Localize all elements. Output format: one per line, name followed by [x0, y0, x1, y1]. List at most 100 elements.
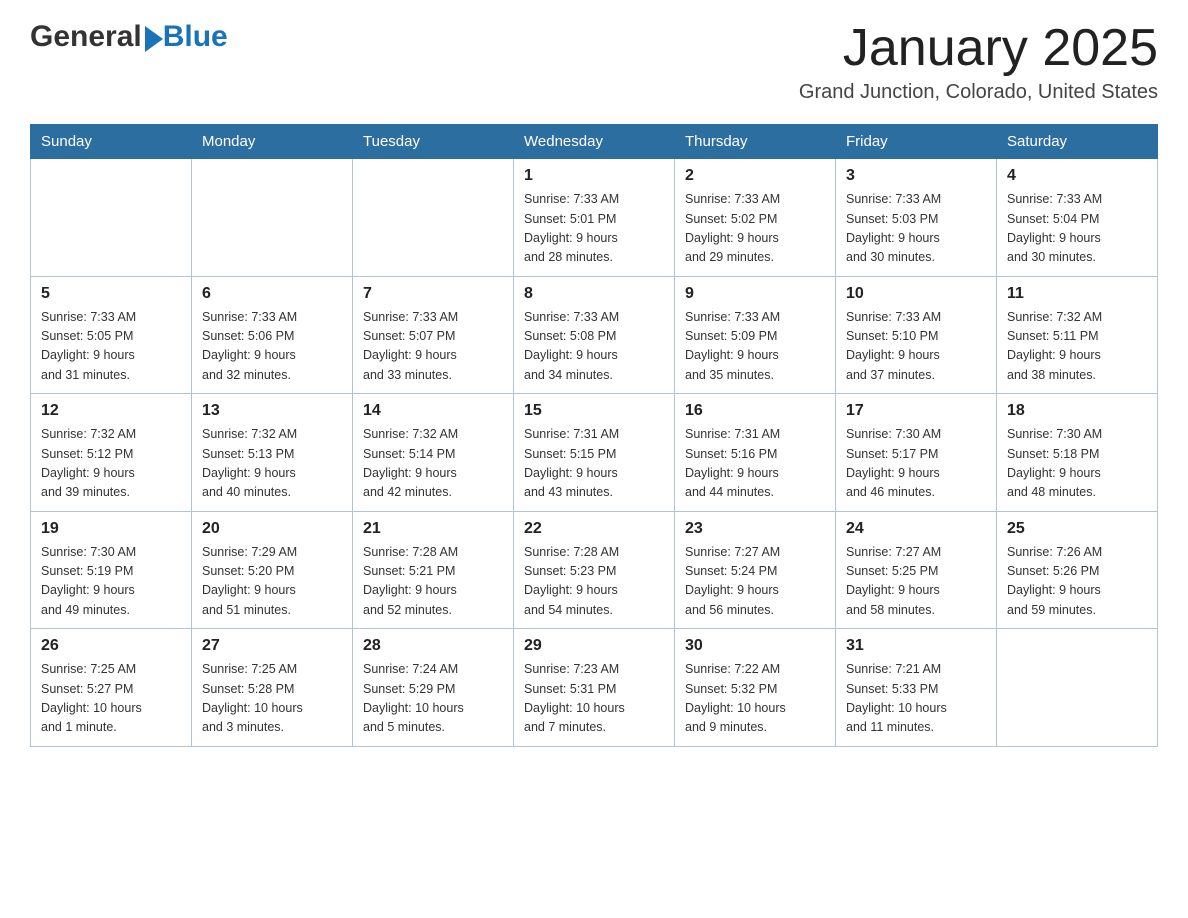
table-row [192, 159, 353, 277]
day-number: 6 [202, 285, 342, 303]
table-row: 30 Sunrise: 7:22 AM Sunset: 5:32 PM Dayli… [675, 629, 836, 747]
table-row: 10 Sunrise: 7:33 AM Sunset: 5:10 PM Dayli… [836, 276, 997, 394]
table-row: 27 Sunrise: 7:25 AM Sunset: 5:28 PM Dayli… [192, 629, 353, 747]
table-row [997, 629, 1158, 747]
table-row: 14Sunrise: 7:32 AM Sunset: 5:14 PM Dayli… [353, 394, 514, 512]
table-row: 17Sunrise: 7:30 AM Sunset: 5:17 PM Dayli… [836, 394, 997, 512]
header-tuesday: Tuesday [353, 125, 514, 159]
header-thursday: Thursday [675, 125, 836, 159]
table-row: 29 Sunrise: 7:23 AM Sunset: 5:31 PM Dayli… [514, 629, 675, 747]
day-number: 22 [524, 520, 664, 538]
day-number: 9 [685, 285, 825, 303]
logo: General Blue [30, 20, 228, 54]
day-info: Sunrise: 7:30 AM Sunset: 5:17 PM Dayligh… [846, 425, 986, 503]
day-number: 8 [524, 285, 664, 303]
day-number: 13 [202, 402, 342, 420]
day-number: 16 [685, 402, 825, 420]
table-row: 28 Sunrise: 7:24 AM Sunset: 5:29 PM Dayli… [353, 629, 514, 747]
day-number: 30 [685, 637, 825, 655]
table-row: 15 Sunrise: 7:31 AM Sunset: 5:15 PM Dayli… [514, 394, 675, 512]
logo-arrow-icon [145, 26, 163, 52]
header-saturday: Saturday [997, 125, 1158, 159]
day-info: Sunrise: 7:33 AM Sunset: 5:06 PM Dayligh… [202, 308, 342, 386]
day-number: 5 [41, 285, 181, 303]
table-row: 24 Sunrise: 7:27 AM Sunset: 5:25 PM Dayli… [836, 511, 997, 629]
table-row: 3Sunrise: 7:33 AM Sunset: 5:03 PM Daylig… [836, 159, 997, 277]
day-number: 24 [846, 520, 986, 538]
header-monday: Monday [192, 125, 353, 159]
calendar-body: 1Sunrise: 7:33 AM Sunset: 5:01 PM Daylig… [31, 159, 1158, 747]
day-number: 31 [846, 637, 986, 655]
day-number: 1 [524, 167, 664, 185]
day-info: Sunrise: 7:24 AM Sunset: 5:29 PM Dayligh… [363, 660, 503, 738]
table-row [353, 159, 514, 277]
calendar-header: January 2025 Grand Junction, Colorado, U… [799, 20, 1158, 104]
table-row: 6 Sunrise: 7:33 AM Sunset: 5:06 PM Daylig… [192, 276, 353, 394]
table-row: 1Sunrise: 7:33 AM Sunset: 5:01 PM Daylig… [514, 159, 675, 277]
day-info: Sunrise: 7:33 AM Sunset: 5:05 PM Dayligh… [41, 308, 181, 386]
day-number: 15 [524, 402, 664, 420]
day-info: Sunrise: 7:29 AM Sunset: 5:20 PM Dayligh… [202, 543, 342, 621]
calendar-header-row: Sunday Monday Tuesday Wednesday Thursday… [31, 125, 1158, 159]
day-info: Sunrise: 7:22 AM Sunset: 5:32 PM Dayligh… [685, 660, 825, 738]
logo-general-text: General [30, 20, 142, 54]
day-info: Sunrise: 7:31 AM Sunset: 5:15 PM Dayligh… [524, 425, 664, 503]
table-row: 19 Sunrise: 7:30 AM Sunset: 5:19 PM Dayli… [31, 511, 192, 629]
day-info: Sunrise: 7:32 AM Sunset: 5:14 PM Dayligh… [363, 425, 503, 503]
day-number: 27 [202, 637, 342, 655]
table-row: 7Sunrise: 7:33 AM Sunset: 5:07 PM Daylig… [353, 276, 514, 394]
day-number: 21 [363, 520, 503, 538]
day-info: Sunrise: 7:33 AM Sunset: 5:04 PM Dayligh… [1007, 190, 1147, 268]
day-info: Sunrise: 7:25 AM Sunset: 5:27 PM Dayligh… [41, 660, 181, 738]
day-number: 23 [685, 520, 825, 538]
day-number: 28 [363, 637, 503, 655]
day-info: Sunrise: 7:21 AM Sunset: 5:33 PM Dayligh… [846, 660, 986, 738]
day-info: Sunrise: 7:25 AM Sunset: 5:28 PM Dayligh… [202, 660, 342, 738]
day-info: Sunrise: 7:30 AM Sunset: 5:18 PM Dayligh… [1007, 425, 1147, 503]
day-info: Sunrise: 7:33 AM Sunset: 5:07 PM Dayligh… [363, 308, 503, 386]
table-row: 9 Sunrise: 7:33 AM Sunset: 5:09 PM Daylig… [675, 276, 836, 394]
day-number: 11 [1007, 285, 1147, 303]
day-number: 20 [202, 520, 342, 538]
table-row: 20 Sunrise: 7:29 AM Sunset: 5:20 PM Dayli… [192, 511, 353, 629]
calendar-table: Sunday Monday Tuesday Wednesday Thursday… [30, 124, 1158, 747]
table-row: 4Sunrise: 7:33 AM Sunset: 5:04 PM Daylig… [997, 159, 1158, 277]
day-info: Sunrise: 7:33 AM Sunset: 5:09 PM Dayligh… [685, 308, 825, 386]
table-row: 8 Sunrise: 7:33 AM Sunset: 5:08 PM Daylig… [514, 276, 675, 394]
day-info: Sunrise: 7:27 AM Sunset: 5:24 PM Dayligh… [685, 543, 825, 621]
day-number: 26 [41, 637, 181, 655]
header-friday: Friday [836, 125, 997, 159]
day-number: 29 [524, 637, 664, 655]
day-info: Sunrise: 7:23 AM Sunset: 5:31 PM Dayligh… [524, 660, 664, 738]
day-info: Sunrise: 7:33 AM Sunset: 5:10 PM Dayligh… [846, 308, 986, 386]
header-sunday: Sunday [31, 125, 192, 159]
day-number: 18 [1007, 402, 1147, 420]
day-number: 25 [1007, 520, 1147, 538]
day-info: Sunrise: 7:32 AM Sunset: 5:13 PM Dayligh… [202, 425, 342, 503]
table-row: 12 Sunrise: 7:32 AM Sunset: 5:12 PM Dayli… [31, 394, 192, 512]
day-info: Sunrise: 7:27 AM Sunset: 5:25 PM Dayligh… [846, 543, 986, 621]
day-number: 10 [846, 285, 986, 303]
table-row: 31 Sunrise: 7:21 AM Sunset: 5:33 PM Dayli… [836, 629, 997, 747]
header-wednesday: Wednesday [514, 125, 675, 159]
table-row: 22Sunrise: 7:28 AM Sunset: 5:23 PM Dayli… [514, 511, 675, 629]
logo-blue-text: Blue [163, 22, 228, 52]
table-row: 21 Sunrise: 7:28 AM Sunset: 5:21 PM Dayli… [353, 511, 514, 629]
day-info: Sunrise: 7:30 AM Sunset: 5:19 PM Dayligh… [41, 543, 181, 621]
day-info: Sunrise: 7:32 AM Sunset: 5:12 PM Dayligh… [41, 425, 181, 503]
table-row: 2Sunrise: 7:33 AM Sunset: 5:02 PM Daylig… [675, 159, 836, 277]
table-row: 5 Sunrise: 7:33 AM Sunset: 5:05 PM Daylig… [31, 276, 192, 394]
page-header: General Blue January 2025 Grand Junction… [30, 20, 1158, 104]
day-info: Sunrise: 7:33 AM Sunset: 5:08 PM Dayligh… [524, 308, 664, 386]
day-number: 2 [685, 167, 825, 185]
day-info: Sunrise: 7:26 AM Sunset: 5:26 PM Dayligh… [1007, 543, 1147, 621]
table-row: 26 Sunrise: 7:25 AM Sunset: 5:27 PM Dayli… [31, 629, 192, 747]
table-row: 18 Sunrise: 7:30 AM Sunset: 5:18 PM Dayli… [997, 394, 1158, 512]
day-number: 12 [41, 402, 181, 420]
table-row: 13 Sunrise: 7:32 AM Sunset: 5:13 PM Dayli… [192, 394, 353, 512]
table-row: 23 Sunrise: 7:27 AM Sunset: 5:24 PM Dayli… [675, 511, 836, 629]
day-number: 19 [41, 520, 181, 538]
table-row [31, 159, 192, 277]
day-info: Sunrise: 7:28 AM Sunset: 5:21 PM Dayligh… [363, 543, 503, 621]
day-info: Sunrise: 7:31 AM Sunset: 5:16 PM Dayligh… [685, 425, 825, 503]
